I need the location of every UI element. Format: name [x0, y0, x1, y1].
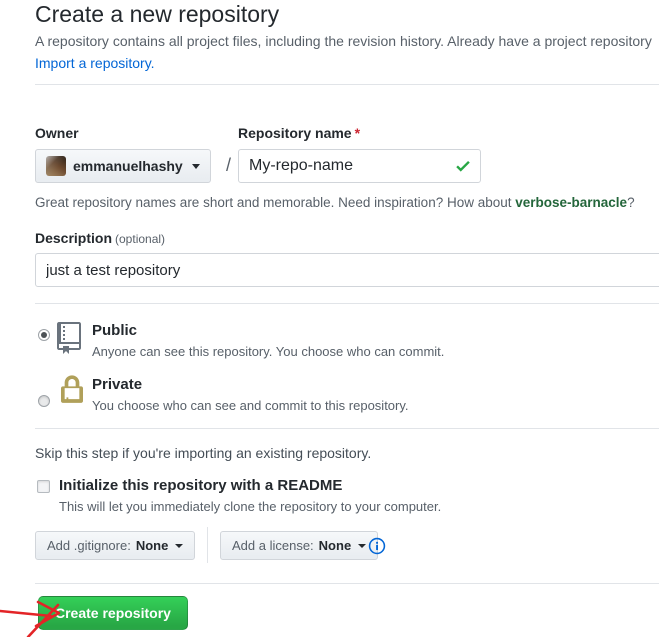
hint-question-mark: ?	[627, 195, 635, 210]
skip-step-note: Skip this step if you're importing an ex…	[35, 445, 372, 461]
private-option-label: Private	[92, 376, 143, 393]
repository-name-field	[238, 149, 481, 183]
repository-name-input[interactable]	[238, 149, 481, 183]
import-repository-link[interactable]: Import a repository.	[35, 55, 155, 71]
user-avatar	[46, 156, 66, 176]
description-input[interactable]	[35, 253, 659, 287]
button-group-divider	[207, 527, 208, 563]
page-title: Create a new repository	[35, 1, 280, 27]
add-gitignore-button[interactable]: Add .gitignore: None	[35, 531, 196, 560]
private-radio[interactable]	[38, 395, 50, 407]
add-license-button[interactable]: Add a license: None	[220, 531, 379, 560]
caret-down-icon	[191, 163, 200, 169]
readme-checkbox[interactable]	[37, 480, 50, 493]
license-button-prefix: Add a license:	[232, 538, 314, 553]
owner-select-button[interactable]: emmanuelhashy	[35, 149, 211, 183]
section-divider-3	[35, 583, 659, 584]
header-divider	[35, 84, 659, 85]
optional-label: (optional)	[115, 232, 166, 246]
owner-username: emmanuelhashy	[73, 158, 183, 174]
readme-label: Initialize this repository with a README	[59, 477, 343, 494]
owner-repo-separator: /	[226, 155, 232, 175]
gitignore-button-value: None	[135, 538, 169, 553]
public-radio[interactable]	[38, 329, 50, 341]
info-icon[interactable]	[368, 537, 386, 555]
public-option[interactable]: Public Anyone can see this repository. Y…	[92, 321, 444, 361]
repository-name-label: Repository name *	[238, 125, 360, 141]
section-divider-2	[35, 428, 659, 429]
private-option[interactable]: Private You choose who can see and commi…	[92, 375, 409, 415]
license-button-value: None	[318, 538, 352, 553]
public-option-description: Anyone can see this repository. You choo…	[92, 344, 445, 359]
check-icon	[456, 160, 470, 172]
repository-name-hint: Great repository names are short and mem…	[35, 195, 635, 210]
suggested-name-link[interactable]: verbose-barnacle	[515, 195, 627, 210]
create-repository-button[interactable]: Create repository	[38, 596, 188, 630]
owner-label: Owner	[35, 125, 79, 141]
section-divider-1	[35, 303, 659, 304]
intro-line-1: A repository contains all project files,…	[35, 33, 652, 49]
lock-icon	[61, 375, 83, 403]
create-repository-page: Create a new repository A repository con…	[0, 0, 659, 637]
description-label: Description (optional)	[35, 230, 165, 246]
caret-down-icon	[358, 543, 367, 548]
description-label-text: Description	[35, 230, 113, 246]
repository-name-label-text: Repository name	[238, 125, 352, 141]
repo-book-icon	[57, 322, 81, 354]
gitignore-button-prefix: Add .gitignore:	[47, 538, 131, 553]
intro-text: A repository contains all project files,…	[35, 30, 659, 74]
required-asterisk: *	[354, 125, 361, 141]
description-field	[35, 253, 659, 287]
private-option-description: You choose who can see and commit to thi…	[92, 398, 409, 413]
public-option-label: Public	[92, 322, 138, 339]
hint-text: Great repository names are short and mem…	[35, 195, 516, 210]
caret-down-icon	[175, 543, 184, 548]
readme-note: This will let you immediately clone the …	[59, 499, 442, 514]
